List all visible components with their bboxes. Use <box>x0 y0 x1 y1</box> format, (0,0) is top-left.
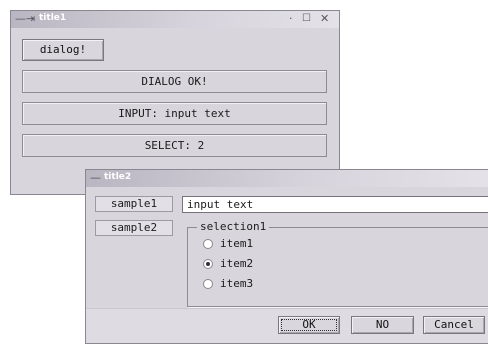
radio-item1[interactable] <box>203 239 213 249</box>
window-title2: — title2 sample1 input text sample2 sele… <box>85 169 488 344</box>
text-input[interactable]: input text <box>182 196 488 213</box>
button-bar: OK NO Cancel <box>86 308 488 343</box>
radio-item3-label[interactable]: item3 <box>220 277 253 290</box>
titlebar-title2[interactable]: — title2 <box>86 170 488 187</box>
status-select: SELECT: 2 <box>22 134 327 157</box>
window-menu-icon[interactable]: — <box>90 171 101 185</box>
sample1-label: sample1 <box>95 196 173 212</box>
radio-selected-dot <box>206 262 210 266</box>
titlebar-title1[interactable]: — ⇥ title1 · ☐ ✕ <box>11 11 339 28</box>
window-title: title1 <box>39 13 67 23</box>
radio-item2[interactable] <box>203 259 213 269</box>
radio-item3[interactable] <box>203 279 213 289</box>
close-icon[interactable]: ✕ <box>320 12 329 26</box>
dialog-button[interactable]: dialog! <box>22 39 104 61</box>
pin-icon[interactable]: ⇥ <box>26 12 35 26</box>
radio-item2-label[interactable]: item2 <box>220 257 253 270</box>
window-title: title2 <box>104 172 132 182</box>
radio-item1-label[interactable]: item1 <box>220 237 253 250</box>
selection-group-title: selection1 <box>197 220 270 233</box>
no-button[interactable]: NO <box>351 316 414 334</box>
window-title1: — ⇥ title1 · ☐ ✕ dialog! DIALOG OK! INPU… <box>10 10 340 195</box>
minimize-icon[interactable]: · <box>289 12 293 26</box>
window-menu-icon[interactable]: — <box>15 12 26 26</box>
sample2-label: sample2 <box>95 220 173 236</box>
ok-button[interactable]: OK <box>278 316 340 334</box>
cancel-button[interactable]: Cancel <box>423 316 485 334</box>
status-input: INPUT: input text <box>22 102 327 125</box>
status-dialog: DIALOG OK! <box>22 70 327 93</box>
maximize-icon[interactable]: ☐ <box>302 12 311 26</box>
